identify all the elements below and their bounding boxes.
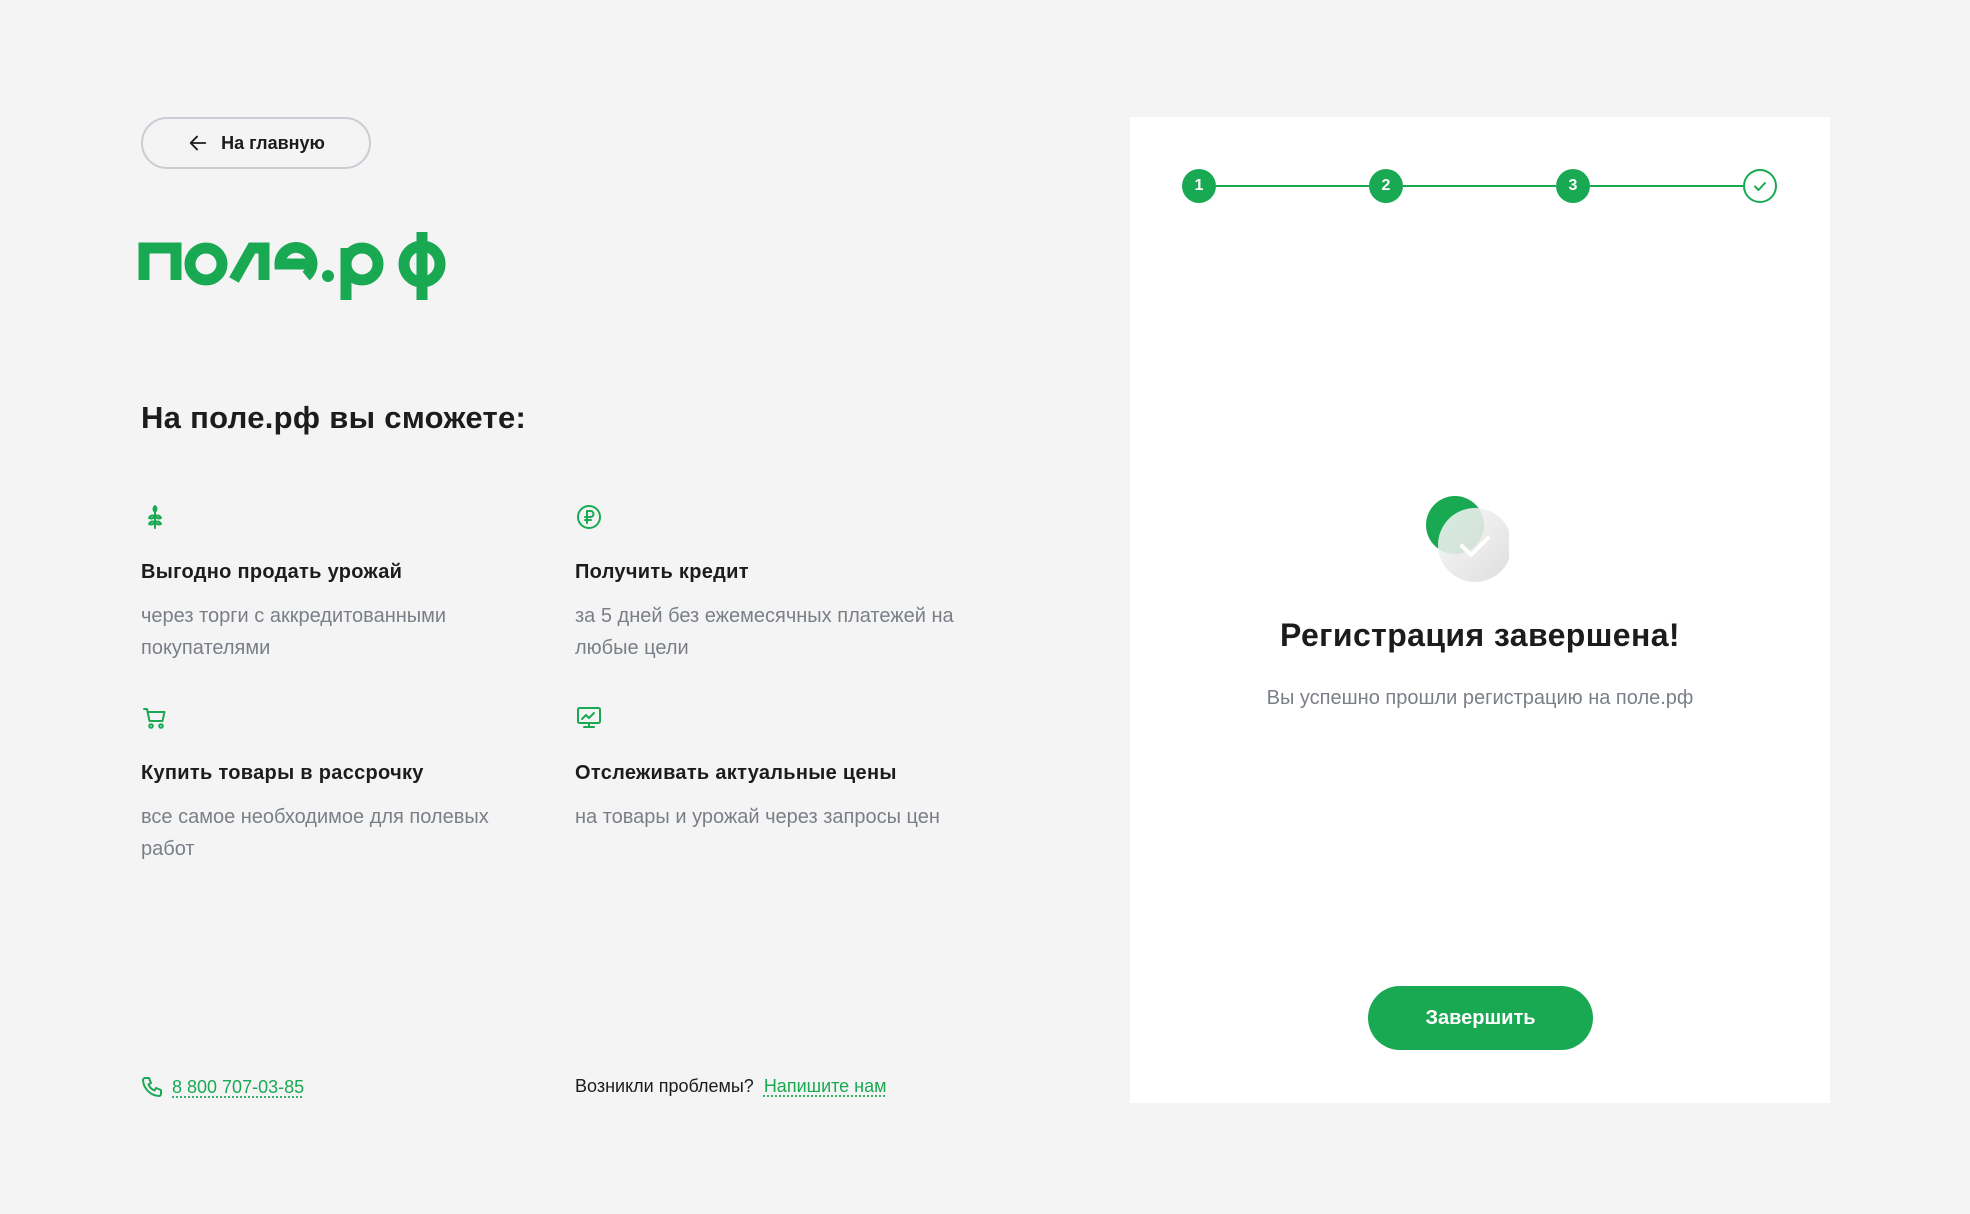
feature-title: Получить кредит	[575, 561, 749, 583]
feature-title: Купить товары в рассрочку	[141, 762, 424, 784]
step-3: 3	[1556, 169, 1590, 203]
feature-title: Отслеживать актуальные цены	[575, 762, 897, 784]
step-1: 1	[1182, 169, 1216, 203]
check-icon	[1754, 182, 1766, 191]
help-text: Возникли проблемы?	[575, 1076, 754, 1096]
card-title: Регистрация завершена!	[1280, 617, 1680, 653]
step-final	[1743, 169, 1777, 203]
chart-monitor-icon	[577, 707, 601, 728]
support-phone: 8 800 707-03-85	[140, 1075, 304, 1099]
cart-icon	[143, 708, 166, 729]
registration-card: 1 2 3 Регистрация завершена! Вы успешно …	[1130, 117, 1830, 1103]
feature-installment: Купить товары в рассрочку все самое необ…	[141, 704, 541, 865]
feature-track-prices: Отслеживать актуальные цены на товары и …	[575, 704, 975, 833]
ruble-coin-icon	[577, 505, 601, 529]
card-subtitle: Вы успешно прошли регистрацию на поле.рф	[1266, 687, 1694, 709]
success-check-icon	[1426, 496, 1509, 582]
phone-icon	[142, 1077, 162, 1097]
feature-description: все самое необходимое для полевых работ	[141, 806, 489, 860]
help-block: Возникли проблемы? Напишите нам	[575, 1076, 887, 1097]
stepper-line	[1216, 185, 1369, 187]
feature-description: на товары и урожай через запросы цен	[575, 806, 940, 828]
step-2: 2	[1369, 169, 1403, 203]
back-to-home-button[interactable]: На главную	[141, 117, 371, 169]
write-to-us-link[interactable]: Напишите нам	[764, 1076, 887, 1097]
back-button-label: На главную	[221, 132, 325, 153]
finish-button[interactable]: Завершить	[1368, 986, 1593, 1050]
feature-description: через торги с аккредитованными покупател…	[141, 605, 447, 659]
stepper-line	[1403, 185, 1556, 187]
feature-title: Выгодно продать урожай	[141, 561, 403, 583]
features-title: На поле.рф вы сможете:	[141, 400, 527, 435]
brand-logo[interactable]	[138, 222, 468, 307]
feature-get-credit: Получить кредит за 5 дней без ежемесячны…	[575, 503, 975, 664]
stepper-line	[1590, 185, 1743, 187]
feature-description: за 5 дней без ежемесячных платежей на лю…	[575, 605, 954, 659]
phone-link[interactable]: 8 800 707-03-85	[172, 1077, 304, 1098]
progress-stepper: 1 2 3	[1182, 169, 1777, 203]
registration-page: На главную На поле.рф вы сможете: Выгодн…	[0, 0, 1970, 1214]
feature-sell-harvest: Выгодно продать урожай через торги с акк…	[141, 503, 541, 664]
arrow-left-icon	[189, 135, 207, 151]
wheat-icon	[148, 505, 162, 529]
